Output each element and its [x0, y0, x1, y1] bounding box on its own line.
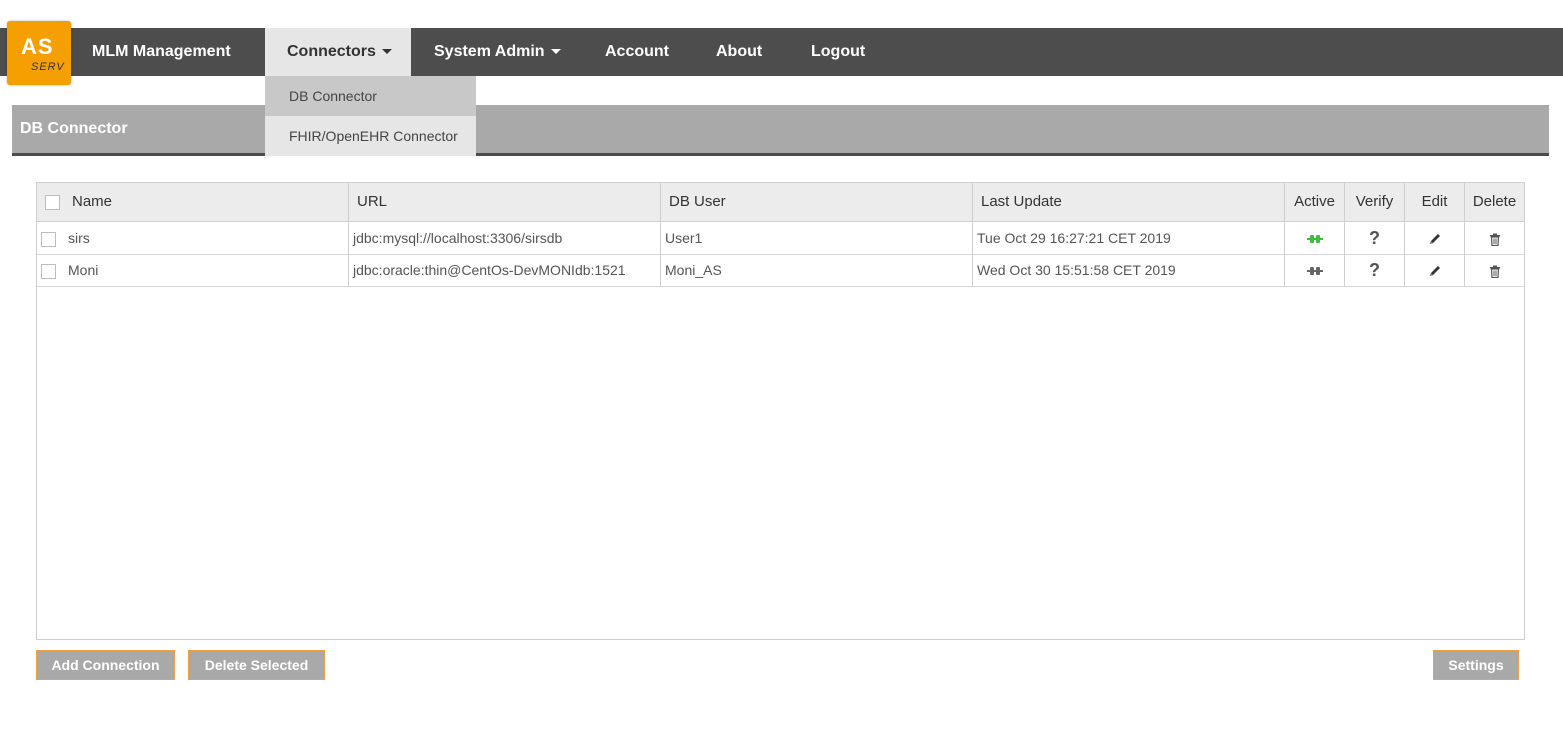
- nav-logout-label: Logout: [811, 43, 866, 60]
- table-row[interactable]: Moni jdbc:oracle:thin@CentOs-DevMONIdb:1…: [37, 254, 1524, 287]
- pencil-icon[interactable]: [1428, 232, 1442, 246]
- page-title: DB Connector: [20, 120, 128, 137]
- column-header-last-update[interactable]: Last Update: [973, 183, 1285, 221]
- top-nav-bar: MLM Management Connectors System Admin A…: [0, 28, 1563, 76]
- nav-system-admin-label: System Admin: [434, 43, 545, 60]
- column-header-verify: Verify: [1345, 183, 1405, 221]
- cell-delete: [1465, 254, 1524, 286]
- column-header-name-label: Name: [72, 193, 113, 210]
- plug-disconnected-icon[interactable]: [1306, 266, 1323, 276]
- plug-connected-icon[interactable]: [1306, 234, 1323, 244]
- nav-mlm-management-label: MLM Management: [92, 43, 231, 60]
- delete-selected-button[interactable]: Delete Selected: [188, 650, 325, 680]
- column-header-delete: Delete: [1472, 193, 1517, 210]
- nav-connectors-label: Connectors: [287, 43, 376, 60]
- settings-button[interactable]: Settings: [1433, 650, 1519, 680]
- cell-name: sirs: [37, 222, 349, 254]
- nav-about[interactable]: About: [716, 28, 762, 76]
- nav-about-label: About: [716, 43, 763, 60]
- menu-item-db-connector[interactable]: DB Connector: [265, 76, 476, 116]
- caret-down-icon: [381, 49, 392, 55]
- column-header-active: Active: [1285, 183, 1345, 221]
- cell-edit: [1405, 222, 1465, 254]
- cell-name-text: sirs: [68, 230, 90, 246]
- cell-verify: ?: [1345, 254, 1405, 286]
- row-checkbox[interactable]: [41, 263, 56, 279]
- nav-system-admin[interactable]: System Admin: [434, 28, 561, 76]
- nav-connectors[interactable]: Connectors: [265, 28, 411, 76]
- cell-url: jdbc:mysql://localhost:3306/sirsdb: [349, 222, 661, 254]
- table-row[interactable]: sirs jdbc:mysql://localhost:3306/sirsdb …: [37, 222, 1524, 255]
- table-header: Name URL DB User Last Update Active Veri…: [37, 183, 1524, 222]
- nav-mlm-management[interactable]: MLM Management: [92, 28, 231, 76]
- app-logo[interactable]: AS SERV: [7, 21, 71, 85]
- logo-subtext: SERV: [31, 61, 65, 73]
- cell-name-text: Moni: [68, 262, 99, 278]
- cell-last-update: Wed Oct 30 15:51:58 CET 2019: [973, 254, 1285, 286]
- column-header-edit: Edit: [1405, 183, 1465, 221]
- column-header-url[interactable]: URL: [349, 183, 661, 221]
- select-all-checkbox[interactable]: [45, 194, 60, 210]
- cell-last-update: Tue Oct 29 16:27:21 CET 2019: [973, 222, 1285, 254]
- row-checkbox[interactable]: [41, 231, 56, 247]
- page-header: DB Connector: [12, 105, 1549, 156]
- cell-url: jdbc:oracle:thin@CentOs-DevMONIdb:1521: [349, 254, 661, 286]
- cell-db-user: Moni_AS: [661, 254, 973, 286]
- caret-down-icon: [550, 49, 561, 55]
- add-connection-button[interactable]: Add Connection: [36, 650, 175, 680]
- cell-verify: ?: [1345, 222, 1405, 254]
- connections-table: Name URL DB User Last Update Active Veri…: [36, 182, 1525, 640]
- column-header-name[interactable]: Name: [37, 183, 349, 221]
- cell-name: Moni: [37, 254, 349, 286]
- cell-db-user: User1: [661, 222, 973, 254]
- nav-account[interactable]: Account: [605, 28, 669, 76]
- cell-active: [1285, 254, 1345, 286]
- trash-icon[interactable]: [1489, 233, 1501, 246]
- column-header-db-user[interactable]: DB User: [661, 183, 973, 221]
- cell-edit: [1405, 254, 1465, 286]
- menu-item-fhir-openehr-connector[interactable]: FHIR/OpenEHR Connector: [265, 116, 476, 156]
- trash-icon[interactable]: [1489, 265, 1501, 278]
- logo-text: AS: [21, 34, 54, 59]
- nav-logout[interactable]: Logout: [811, 28, 865, 76]
- pencil-icon[interactable]: [1428, 264, 1442, 278]
- connectors-dropdown-menu: DB Connector FHIR/OpenEHR Connector: [265, 76, 476, 156]
- verify-question-icon[interactable]: ?: [1369, 228, 1380, 248]
- cell-active: [1285, 222, 1345, 254]
- nav-account-label: Account: [605, 43, 669, 60]
- verify-question-icon[interactable]: ?: [1369, 260, 1380, 280]
- cell-delete: [1465, 222, 1524, 254]
